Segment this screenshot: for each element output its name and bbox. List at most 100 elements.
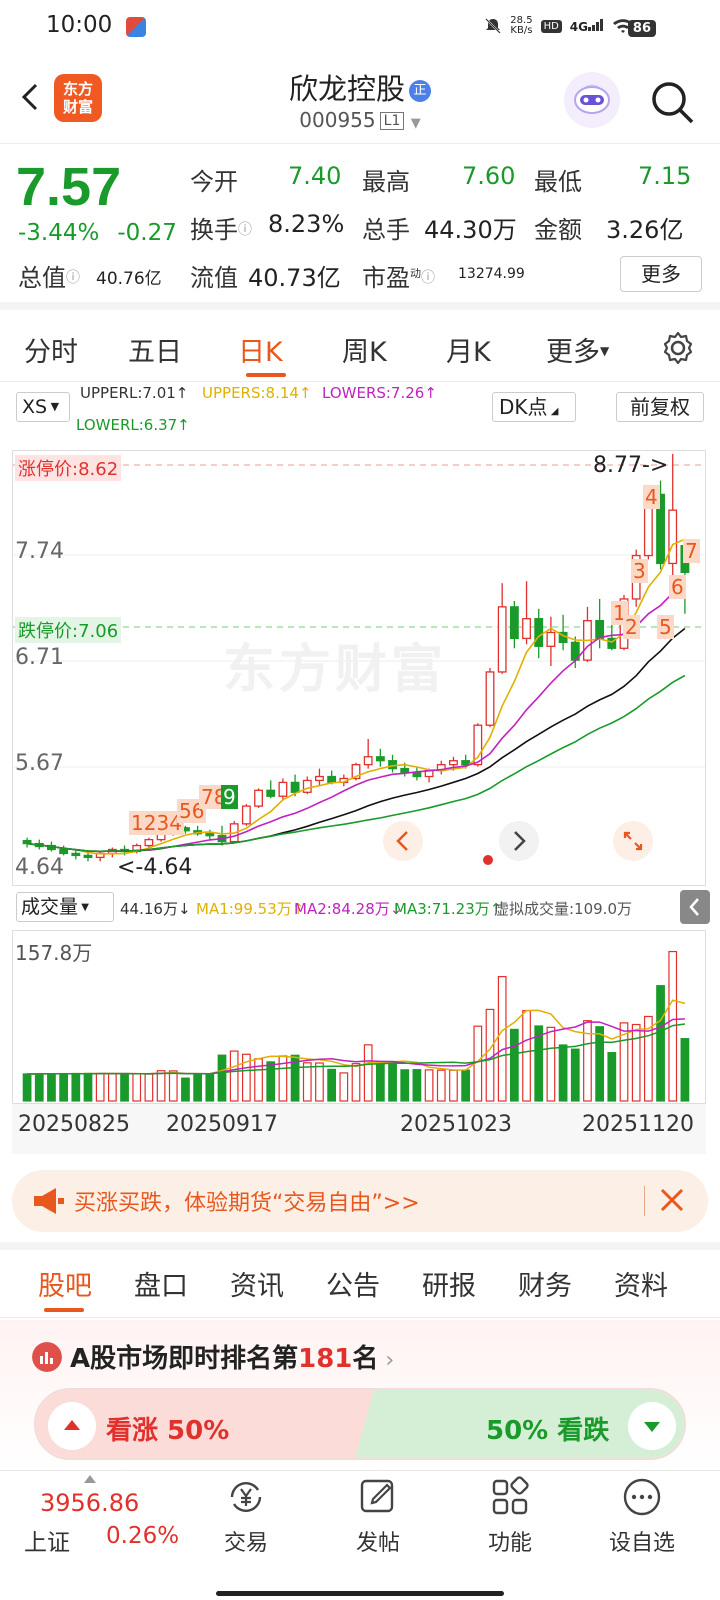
- verified-badge-icon: 正: [409, 80, 431, 102]
- divider: [644, 1186, 645, 1216]
- current-dot: [483, 855, 493, 865]
- volume-bar: [34, 1073, 44, 1102]
- volume-bar: [558, 1044, 568, 1102]
- hd-icon: HD: [540, 19, 562, 33]
- candle-body: [595, 620, 605, 640]
- amount-value: 3.26亿: [606, 216, 684, 244]
- corner-triangle-icon: ◢: [547, 406, 559, 417]
- signal-mark: 2: [623, 615, 640, 639]
- ma2-value: MA2:84.28万↓: [294, 900, 403, 918]
- nav-trade[interactable]: 交易: [196, 1475, 296, 1557]
- tab-research[interactable]: 研报: [422, 1264, 476, 1303]
- volume-bar: [71, 1072, 81, 1102]
- signal-mark: 3: [631, 559, 648, 583]
- candle-body: [278, 781, 288, 797]
- triangle-up-icon[interactable]: [48, 1402, 96, 1450]
- date-label: 20251023: [400, 1112, 512, 1137]
- tab-monthly-k[interactable]: 月K: [446, 330, 491, 369]
- ranking-chart-icon: [32, 1342, 62, 1372]
- tab-five-day[interactable]: 五日: [128, 330, 182, 369]
- turnover-label[interactable]: 换手ⓘ: [190, 210, 252, 245]
- volume-bar: [266, 1061, 276, 1102]
- candle-body: [546, 631, 556, 647]
- tab-more[interactable]: 更多▼: [546, 330, 609, 369]
- date-label: 20250825: [18, 1112, 130, 1137]
- volume-bar: [254, 1058, 263, 1102]
- signal-mark: 1234: [129, 811, 184, 835]
- date-label: 20251120: [582, 1112, 694, 1137]
- volume-bar: [375, 1063, 385, 1102]
- period-tabs: 分时 五日 日K 周K 月K 更多▼: [0, 318, 720, 382]
- mute-bell-icon: [485, 18, 502, 34]
- index-value[interactable]: 3956.86: [40, 1489, 139, 1517]
- volume-chart[interactable]: 157.8万: [12, 930, 706, 1104]
- candle-body: [412, 771, 422, 778]
- megaphone-icon: [34, 1188, 64, 1214]
- forward-adjust-button[interactable]: 前复权: [616, 392, 704, 422]
- bottom-nav-bar: 3956.86 上证 0.26% 交易 发帖 功能 设自选: [0, 1470, 720, 1600]
- candle-body: [290, 781, 300, 793]
- limit-down-label: 跌停价:7.06: [15, 617, 122, 643]
- ranking-title[interactable]: A股市场即时排名第181名 ›: [70, 1338, 394, 1375]
- candle-body: [375, 756, 385, 762]
- collapse-panel-icon[interactable]: [680, 890, 710, 924]
- volume-indicator-row: 成交量 ▼ 44.16万↓ MA1:99.53万↑ MA2:84.28万↓ MA…: [0, 890, 720, 926]
- uppers-value: UPPERS:8.14↑: [202, 384, 312, 402]
- chart-prev-icon[interactable]: [383, 821, 423, 861]
- signal-icon: 4G: [570, 18, 604, 34]
- mcap-label[interactable]: 总值ⓘ: [18, 258, 80, 293]
- kline-chart[interactable]: 东方财富 7.74 6.71 5.67 4.64 涨停价:8.62 跌停价:7.…: [12, 450, 706, 886]
- close-icon[interactable]: [654, 1182, 690, 1218]
- dk-point-button[interactable]: DK点 ◢: [492, 392, 576, 422]
- pe-label[interactable]: 市盈动ⓘ: [362, 258, 435, 293]
- volume-bar: [509, 1028, 519, 1102]
- triangle-down-icon[interactable]: [628, 1402, 676, 1450]
- robot-assistant-avatar[interactable]: [564, 72, 620, 128]
- volume-bar: [229, 1050, 239, 1102]
- volume-bar: [485, 1008, 495, 1102]
- dropdown-arrow-icon: ▼: [600, 344, 610, 358]
- tab-pankou[interactable]: 盘口: [134, 1264, 188, 1303]
- candle-body: [400, 767, 410, 774]
- active-tab-indicator: [246, 373, 286, 377]
- tab-announcement[interactable]: 公告: [326, 1264, 380, 1303]
- candle-body: [449, 760, 458, 766]
- indicator-selector[interactable]: XS ▼: [16, 392, 70, 422]
- status-icons: 28.5 KB/s HD 4G: [484, 16, 634, 36]
- tab-guba[interactable]: 股吧: [38, 1264, 92, 1303]
- fullscreen-icon[interactable]: [613, 821, 653, 861]
- tab-news[interactable]: 资讯: [230, 1264, 284, 1303]
- volume-selector[interactable]: 成交量 ▼: [16, 892, 114, 922]
- search-icon[interactable]: [648, 78, 696, 126]
- tab-weekly-k[interactable]: 周K: [342, 330, 387, 369]
- tab-profile[interactable]: 资料: [614, 1264, 668, 1303]
- more-quote-button[interactable]: 更多: [620, 256, 702, 292]
- gear-icon[interactable]: [660, 330, 696, 366]
- chart-next-icon[interactable]: [499, 821, 539, 861]
- info-icon: ⓘ: [238, 222, 252, 238]
- tab-intraday[interactable]: 分时: [24, 330, 78, 369]
- futures-ad-banner[interactable]: 买涨买跌，体验期货“交易自由”>>: [12, 1170, 708, 1232]
- chevron-right-icon: ›: [378, 1348, 395, 1373]
- nav-post[interactable]: 发帖: [328, 1475, 428, 1557]
- pe-value: 13274.99: [458, 266, 525, 282]
- net-speed: 28.5 KB/s: [510, 15, 533, 36]
- index-name[interactable]: 上证: [24, 1523, 70, 1557]
- candle-body: [534, 618, 544, 647]
- quote-panel: 7.57 -3.44% -0.27 今开 7.40 最高 7.60 最低 7.15…: [0, 146, 720, 310]
- chevron-down-icon: ▼: [410, 116, 421, 131]
- tab-finance[interactable]: 财务: [518, 1264, 572, 1303]
- nav-add-watchlist[interactable]: 设自选: [592, 1475, 692, 1557]
- candle-body: [461, 760, 471, 766]
- tab-daily-k[interactable]: 日K: [238, 330, 283, 369]
- volume-bar: [546, 1026, 556, 1102]
- candle-body: [205, 833, 215, 837]
- volume-bar: [461, 1069, 471, 1102]
- high-value: 7.60: [462, 162, 516, 190]
- volume-bar: [205, 1073, 215, 1102]
- open-value: 7.40: [288, 162, 342, 190]
- section-divider: [0, 1242, 720, 1250]
- volume-bar: [522, 1010, 531, 1102]
- candle-body: [315, 775, 324, 782]
- nav-functions[interactable]: 功能: [460, 1475, 560, 1557]
